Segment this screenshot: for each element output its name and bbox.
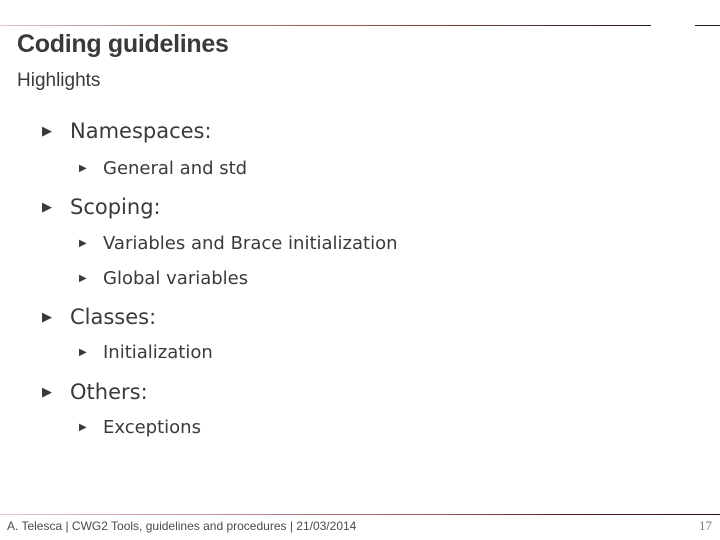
bullet-item-others: ▶ Others:	[42, 380, 148, 404]
triangle-bullet-icon: ▶	[79, 422, 87, 433]
bullet-label: Scoping:	[70, 195, 161, 219]
sub-bullet-label: Exceptions	[103, 417, 201, 438]
bullet-list: ▶ Namespaces: ▶ General and std ▶ Scopin…	[0, 0, 720, 500]
footer-rule	[0, 514, 720, 515]
triangle-bullet-icon: ▶	[79, 273, 87, 284]
sub-bullet-item: ▶ Initialization	[79, 342, 213, 363]
sub-bullet-label: Initialization	[103, 342, 213, 363]
bullet-label: Others:	[70, 380, 148, 404]
footer-text: A. Telesca | CWG2 Tools, guidelines and …	[7, 519, 357, 533]
triangle-bullet-icon: ▶	[42, 123, 52, 139]
bullet-label: Classes:	[70, 305, 157, 329]
triangle-bullet-icon: ▶	[42, 384, 52, 400]
sub-bullet-item: ▶ Variables and Brace initialization	[79, 233, 398, 254]
bullet-item-scoping: ▶ Scoping:	[42, 195, 161, 219]
triangle-bullet-icon: ▶	[42, 199, 52, 215]
sub-bullet-item: ▶ General and std	[79, 158, 247, 179]
bullet-label: Namespaces:	[70, 119, 212, 143]
bullet-item-classes: ▶ Classes:	[42, 305, 156, 329]
page-number: 17	[699, 518, 712, 533]
sub-bullet-label: General and std	[103, 158, 248, 179]
sub-bullet-item: ▶ Exceptions	[79, 417, 201, 438]
triangle-bullet-icon: ▶	[42, 309, 52, 325]
sub-bullet-label: Variables and Brace initialization	[103, 233, 398, 254]
sub-bullet-item: ▶ Global variables	[79, 268, 248, 289]
bullet-item-namespaces: ▶ Namespaces:	[42, 119, 212, 143]
triangle-bullet-icon: ▶	[79, 238, 87, 249]
triangle-bullet-icon: ▶	[79, 163, 87, 174]
triangle-bullet-icon: ▶	[79, 347, 87, 358]
sub-bullet-label: Global variables	[103, 268, 249, 289]
